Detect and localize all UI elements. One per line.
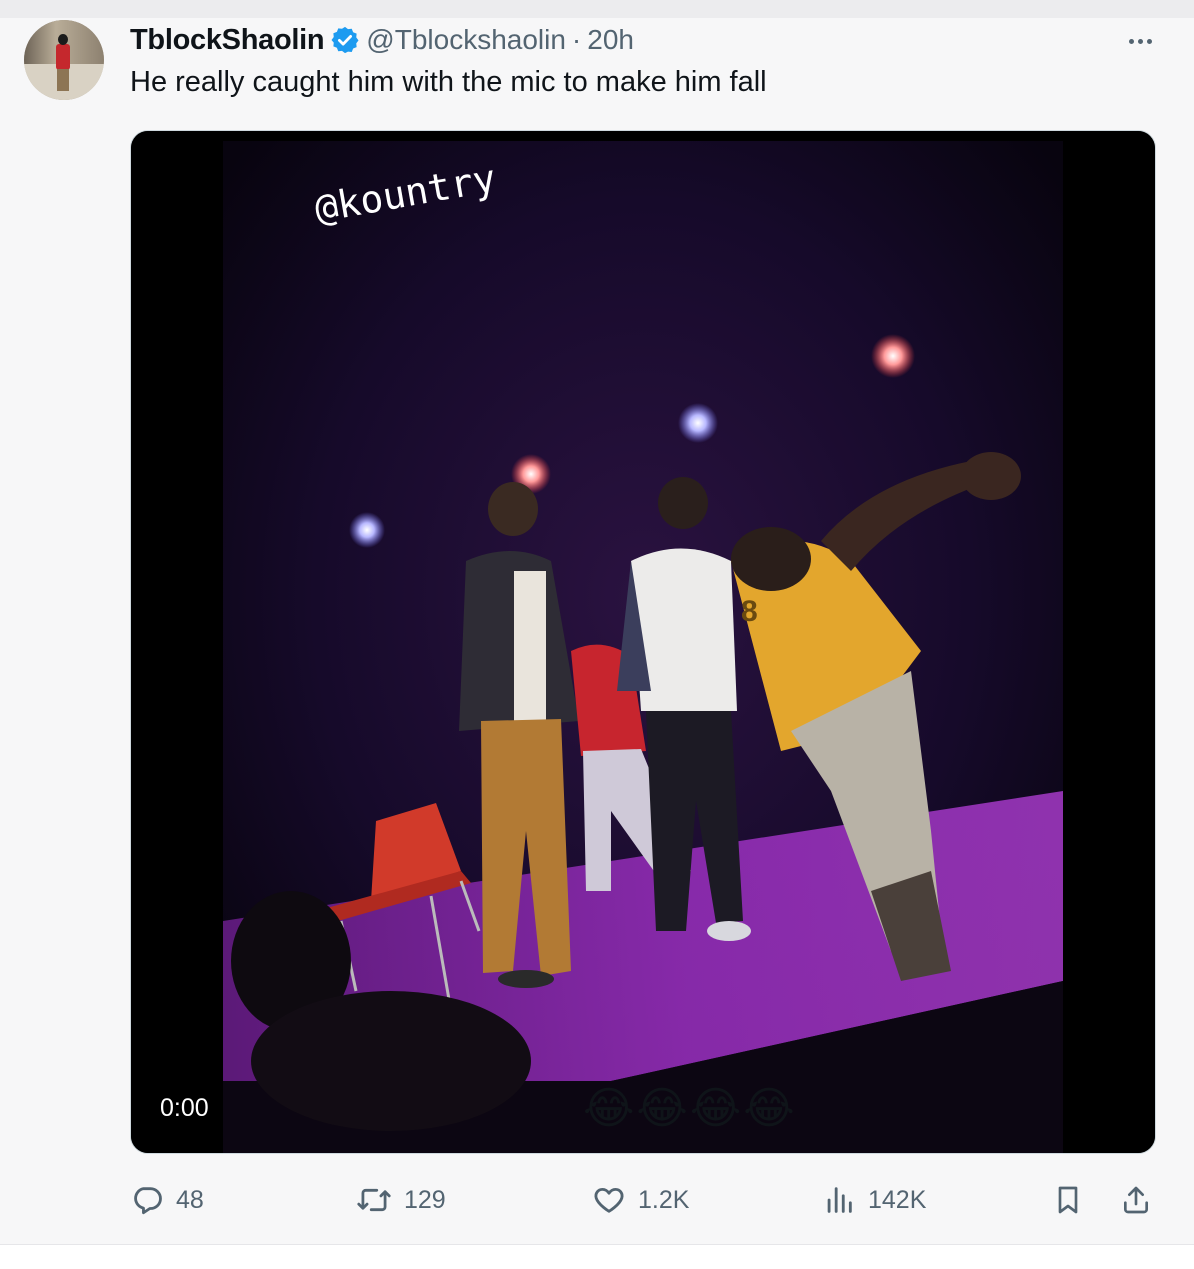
bookmark-icon: [1058, 1186, 1078, 1214]
views-count: 142K: [868, 1185, 927, 1214]
video-timestamp: 0:00: [160, 1094, 209, 1122]
views-button[interactable]: 142K: [822, 1178, 926, 1222]
reply-icon: [134, 1187, 162, 1215]
avatar-figure-legs: [57, 69, 69, 91]
more-options-button[interactable]: [1120, 26, 1160, 56]
like-icon: [594, 1187, 624, 1213]
more-dot-icon: [1146, 38, 1152, 44]
svg-text:8: 8: [741, 595, 758, 628]
video-player[interactable]: @kountry 8 😂😂😂😂: [130, 130, 1156, 1154]
repost-icon: [357, 1188, 391, 1212]
more-dot-icon: [1128, 38, 1134, 44]
more-dot-icon: [1137, 38, 1143, 44]
reply-count: 48: [176, 1185, 204, 1214]
reply-button[interactable]: 48: [130, 1178, 204, 1222]
share-button[interactable]: [1120, 1178, 1152, 1222]
bookmark-button[interactable]: [1052, 1178, 1084, 1222]
repost-button[interactable]: 129: [356, 1178, 446, 1222]
tweet-text: He really caught him with the mic to mak…: [130, 66, 767, 98]
top-divider-strip: [0, 0, 1194, 18]
video-frame: @kountry 8: [131, 131, 1155, 1153]
avatar-figure-head: [58, 34, 68, 45]
avatar-figure-body: [56, 44, 70, 70]
verified-badge-icon[interactable]: [330, 25, 360, 55]
tweet-card[interactable]: TblockShaolin @Tblockshaolin · 20h He re…: [0, 18, 1194, 1244]
share-icon: [1124, 1186, 1148, 1214]
separator-dot: ·: [571, 24, 582, 55]
views-icon: [827, 1187, 852, 1213]
repost-count: 129: [404, 1185, 446, 1214]
avatar[interactable]: [24, 20, 104, 100]
like-count: 1.2K: [638, 1185, 690, 1214]
author-handle[interactable]: @Tblockshaolin: [366, 24, 566, 56]
tweet-actions-bar: 48 129 1.2K 142K: [130, 1178, 1160, 1228]
like-button[interactable]: 1.2K: [592, 1178, 689, 1222]
timestamp[interactable]: 20h: [587, 24, 634, 56]
author-name[interactable]: TblockShaolin: [130, 24, 325, 57]
video-emoji-overlay: 😂😂😂😂: [583, 1084, 797, 1133]
tweet-header: TblockShaolin @Tblockshaolin · 20h: [130, 22, 634, 58]
bottom-divider-strip: [0, 1244, 1194, 1269]
